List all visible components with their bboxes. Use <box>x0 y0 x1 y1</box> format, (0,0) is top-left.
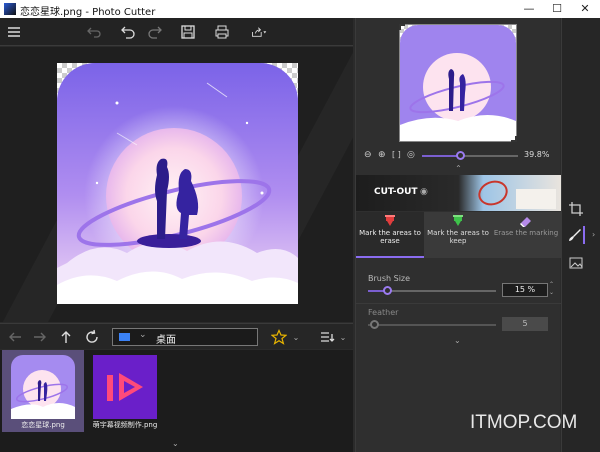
couple-on-planet-artwork <box>57 63 298 304</box>
green-marker-icon <box>453 215 463 226</box>
brush-size-label: Brush Size <box>368 274 411 283</box>
app-icon <box>4 3 16 15</box>
refresh-icon[interactable] <box>83 328 101 346</box>
thumbnail-label: 恋恋星球.png <box>21 421 65 429</box>
eye-icon[interactable]: ◉ <box>420 187 428 197</box>
thumbnail-strip: 恋恋星球.png 萌宇幕视频制作.png ⌄ <box>0 350 353 452</box>
feather-input[interactable]: 5 <box>502 317 548 331</box>
collapse-chevron-icon[interactable]: ⌄ <box>172 439 179 448</box>
folder-icon <box>119 333 130 341</box>
marking-mode-tabs: Mark the areas to erase Mark the areas t… <box>356 212 561 258</box>
side-toolbar: › <box>561 18 600 452</box>
tab-mark-keep[interactable]: Mark the areas to keep <box>424 212 492 258</box>
preview-navigator[interactable] <box>399 24 517 142</box>
thumbnail-item[interactable]: 恋恋星球.png <box>2 350 84 432</box>
main-toolbar <box>0 18 353 46</box>
sort-icon[interactable] <box>318 328 336 346</box>
close-button[interactable]: ✕ <box>571 0 599 18</box>
cutout-banner: CUT-OUT ◉ <box>356 175 561 211</box>
chevron-right-icon[interactable]: › <box>592 230 595 239</box>
tab-label: Mark the areas to erase <box>359 229 421 245</box>
brush-icon[interactable] <box>567 226 585 244</box>
save-icon[interactable] <box>178 23 198 41</box>
folder-path-dropdown[interactable]: ⌄ 桌面 <box>112 328 258 346</box>
window-title: 恋恋星球.png - Photo Cutter <box>20 7 156 18</box>
forward-arrow-icon[interactable] <box>31 328 49 346</box>
thumbnail-image <box>93 355 157 419</box>
zoom-slider-fill <box>422 155 460 157</box>
watermark-text: ITMOP.COM <box>470 412 578 433</box>
tab-mark-erase[interactable]: Mark the areas to erase <box>356 212 424 258</box>
zoom-slider-knob[interactable] <box>456 151 465 160</box>
brush-size-input[interactable]: 15 % <box>502 283 548 297</box>
sort-dropdown-icon[interactable]: ⌄ <box>338 328 348 346</box>
scissors-icon <box>474 176 512 210</box>
feather-slider-track[interactable] <box>368 324 496 326</box>
share-icon[interactable] <box>246 23 272 41</box>
feather-slider-knob[interactable] <box>370 320 379 329</box>
thumbnail-label: 萌宇幕视频制作.png <box>92 421 158 429</box>
minimize-button[interactable]: — <box>515 0 543 18</box>
expand-chevron-icon[interactable]: ⌄ <box>454 336 461 345</box>
preview-corner <box>399 24 405 30</box>
collapse-chevron-icon[interactable]: ⌃ <box>356 164 561 174</box>
crop-icon[interactable] <box>567 200 585 218</box>
folder-path-text: 桌面 <box>156 335 176 346</box>
brush-size-stepper[interactable]: ⌃ ⌄ <box>549 281 554 297</box>
undo-all-icon[interactable] <box>84 23 104 41</box>
red-marker-icon <box>385 215 395 226</box>
title-bar: 恋恋星球.png - Photo Cutter — ☐ ✕ <box>0 0 600 18</box>
star-dropdown-icon[interactable]: ⌄ <box>291 328 301 346</box>
tab-label: Mark the areas to keep <box>427 229 489 245</box>
maximize-button[interactable]: ☐ <box>543 0 571 18</box>
zoom-out-icon[interactable]: ⊖ <box>364 150 376 162</box>
cutout-label: CUT-OUT <box>374 187 418 197</box>
zoom-percentage: 39.8% <box>524 150 550 159</box>
cutout-illustration <box>516 189 556 209</box>
image-canvas[interactable] <box>0 47 353 322</box>
star-icon[interactable] <box>270 328 288 346</box>
image-icon[interactable] <box>567 254 585 272</box>
print-icon[interactable] <box>212 23 232 41</box>
divider <box>356 303 561 304</box>
up-arrow-icon[interactable] <box>57 328 75 346</box>
feather-label: Feather <box>368 308 399 317</box>
preview-image <box>400 25 516 141</box>
thumbnail-item[interactable]: 萌宇幕视频制作.png <box>84 350 166 432</box>
redo-icon[interactable] <box>145 23 165 41</box>
zoom-in-icon[interactable]: ⊕ <box>378 150 390 162</box>
edited-image[interactable] <box>57 63 298 304</box>
hamburger-icon[interactable] <box>4 23 24 41</box>
preview-corner <box>511 136 517 142</box>
zoom-controls: ⊖ ⊕ [ ] ◎ 39.8% <box>356 148 561 164</box>
back-arrow-icon[interactable] <box>6 328 24 346</box>
thumbnail-image <box>11 355 75 419</box>
tab-label: Erase the marking <box>493 229 559 237</box>
eraser-icon <box>520 217 531 227</box>
file-navigation-bar: ⌄ 桌面 ⌄ ⌄ <box>0 323 353 349</box>
chevron-down-icon: ⌄ <box>139 330 147 340</box>
tab-erase-marking[interactable]: Erase the marking <box>492 212 560 258</box>
actual-size-icon[interactable]: ◎ <box>407 150 419 162</box>
fit-to-window-icon[interactable]: [ ] <box>392 150 404 162</box>
undo-icon[interactable] <box>118 23 138 41</box>
edit-panel: ⊖ ⊕ [ ] ◎ 39.8% ⌃ CUT-OUT ◉ Mark the are… <box>355 18 561 452</box>
brush-size-slider-knob[interactable] <box>383 286 392 295</box>
